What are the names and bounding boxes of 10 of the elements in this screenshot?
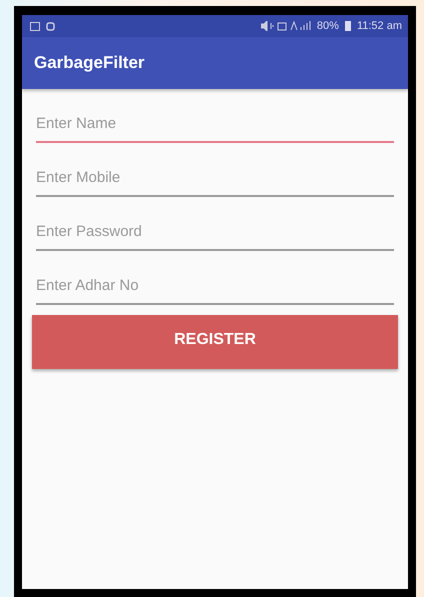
- input-field[interactable]: Enter Password: [36, 205, 394, 251]
- status-time: 11:52 am: [356, 20, 402, 32]
- register-button[interactable]: REGISTER: [32, 315, 398, 369]
- input-field[interactable]: Enter Mobile: [36, 151, 394, 197]
- input-field[interactable]: Enter Name: [36, 97, 394, 143]
- signal-icons: [260, 21, 311, 31]
- battery-icon: [344, 21, 351, 31]
- input-field[interactable]: Enter Adhar No: [36, 259, 394, 305]
- battery-percentage: 80%: [316, 20, 339, 32]
- app-title: GarbageFilter: [34, 53, 145, 73]
